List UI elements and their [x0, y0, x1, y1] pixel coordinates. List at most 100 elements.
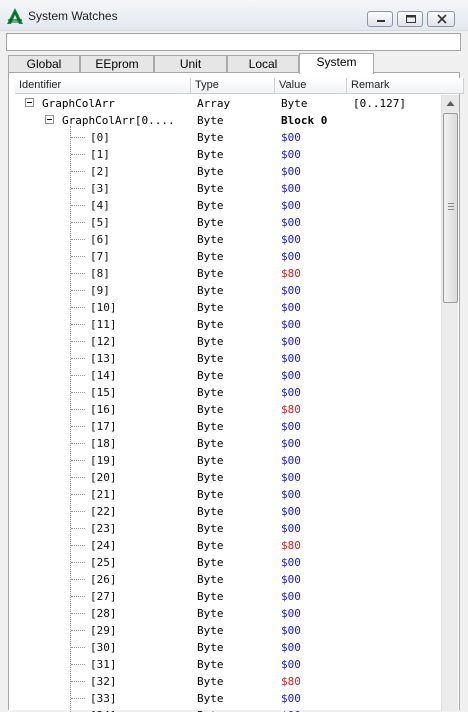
collapse-icon[interactable]: [25, 98, 34, 107]
row-value: $00: [281, 284, 301, 297]
scroll-thumb[interactable]: [443, 113, 458, 303]
row-value: $00: [281, 250, 301, 263]
row-identifier: [15]: [90, 386, 117, 399]
table-row[interactable]: [27] Byte $00: [15, 588, 441, 605]
table-row[interactable]: [28] Byte $00: [15, 605, 441, 622]
row-value: $00: [281, 505, 301, 518]
row-type: Byte: [197, 318, 224, 331]
scroll-up-button[interactable]: [442, 95, 459, 112]
row-identifier: [5]: [90, 216, 110, 229]
table-row[interactable]: [2] Byte $00: [15, 163, 441, 180]
table-row[interactable]: [22] Byte $00: [15, 503, 441, 520]
row-type: Byte: [197, 437, 224, 450]
tree-row-block[interactable]: GraphColArr[0.... Byte Block 0: [15, 112, 441, 129]
row-type: Byte: [197, 607, 224, 620]
table-row[interactable]: [0] Byte $00: [15, 129, 441, 146]
row-type: Byte: [197, 573, 224, 586]
maximize-button[interactable]: [397, 11, 423, 27]
tree-connector: [71, 324, 85, 325]
row-value: $00: [281, 233, 301, 246]
minimize-button[interactable]: [367, 11, 393, 27]
row-identifier: [12]: [90, 335, 117, 348]
table-row[interactable]: [15] Byte $00: [15, 384, 441, 401]
table-row[interactable]: [29] Byte $00: [15, 622, 441, 639]
row-identifier: [16]: [90, 403, 117, 416]
tree-connector: [71, 375, 85, 376]
column-identifier[interactable]: Identifier: [15, 78, 191, 94]
table-row[interactable]: [19] Byte $00: [15, 452, 441, 469]
table-row[interactable]: [6] Byte $00: [15, 231, 441, 248]
watch-expression-input[interactable]: [6, 33, 461, 51]
title-bar[interactable]: System Watches: [0, 0, 468, 31]
tab-global[interactable]: Global: [8, 55, 80, 73]
table-row[interactable]: [25] Byte $00: [15, 554, 441, 571]
row-identifier: [32]: [90, 675, 117, 688]
table-row[interactable]: [5] Byte $00: [15, 214, 441, 231]
table-row[interactable]: [30] Byte $00: [15, 639, 441, 656]
table-row[interactable]: [8] Byte $80: [15, 265, 441, 282]
tree-connector: [71, 528, 85, 529]
row-identifier: [24]: [90, 539, 117, 552]
tree-connector: [71, 596, 85, 597]
table-row[interactable]: [11] Byte $00: [15, 316, 441, 333]
tree-connector: [71, 205, 85, 206]
row-identifier: [13]: [90, 352, 117, 365]
tree-connector: [71, 222, 85, 223]
row-identifier: [11]: [90, 318, 117, 331]
row-type: Byte: [197, 267, 224, 280]
table-row[interactable]: [26] Byte $00: [15, 571, 441, 588]
minimize-icon: [377, 20, 385, 22]
row-type: Byte: [197, 522, 224, 535]
row-type: Byte: [197, 114, 224, 127]
tab-eeprom[interactable]: EEprom: [80, 55, 154, 73]
row-value: $00: [281, 641, 301, 654]
table-row[interactable]: [13] Byte $00: [15, 350, 441, 367]
column-type[interactable]: Type: [191, 78, 275, 94]
collapse-icon[interactable]: [45, 115, 54, 124]
row-value: $00: [281, 590, 301, 603]
vertical-scrollbar[interactable]: [441, 95, 459, 711]
table-row[interactable]: [9] Byte $00: [15, 282, 441, 299]
tab-local[interactable]: Local: [227, 55, 299, 73]
table-row[interactable]: [7] Byte $00: [15, 248, 441, 265]
table-row[interactable]: [31] Byte $00: [15, 656, 441, 673]
tab-unit[interactable]: Unit: [154, 55, 227, 73]
table-row[interactable]: [20] Byte $00: [15, 469, 441, 486]
row-type: Byte: [197, 386, 224, 399]
column-value[interactable]: Value: [275, 78, 347, 94]
table-row[interactable]: [17] Byte $00: [15, 418, 441, 435]
row-value: $00: [281, 199, 301, 212]
tree-connector: [71, 137, 85, 138]
table-row[interactable]: [14] Byte $00: [15, 367, 441, 384]
table-row[interactable]: [33] Byte $00: [15, 690, 441, 707]
row-type: Byte: [197, 233, 224, 246]
table-row[interactable]: [12] Byte $00: [15, 333, 441, 350]
tree-connector: [71, 545, 85, 546]
close-button[interactable]: [427, 11, 455, 27]
tree-connector: [71, 154, 85, 155]
row-identifier: [1]: [90, 148, 110, 161]
tree-row-root[interactable]: GraphColArr Array Byte [0..127]: [15, 95, 441, 112]
row-identifier: [26]: [90, 573, 117, 586]
table-row[interactable]: [1] Byte $00: [15, 146, 441, 163]
row-type: Byte: [197, 403, 224, 416]
tree-connector: [71, 392, 85, 393]
table-row[interactable]: [3] Byte $00: [15, 180, 441, 197]
row-value: $80: [281, 267, 301, 280]
row-remark: [0..127]: [353, 97, 406, 110]
table-row[interactable]: [24] Byte $80: [15, 537, 441, 554]
table-row[interactable]: [16] Byte $80: [15, 401, 441, 418]
tree-connector: [71, 409, 85, 410]
row-identifier: [30]: [90, 641, 117, 654]
tree-connector: [71, 358, 85, 359]
table-row[interactable]: [10] Byte $00: [15, 299, 441, 316]
row-type: Byte: [197, 284, 224, 297]
column-remark[interactable]: Remark: [347, 78, 464, 94]
tab-system[interactable]: System: [299, 53, 374, 74]
table-row[interactable]: [21] Byte $00: [15, 486, 441, 503]
table-row[interactable]: [23] Byte $00: [15, 520, 441, 537]
table-row[interactable]: [18] Byte $00: [15, 435, 441, 452]
table-row[interactable]: [32] Byte $80: [15, 673, 441, 690]
column-header: Identifier Type Value Remark: [15, 78, 464, 94]
table-row[interactable]: [4] Byte $00: [15, 197, 441, 214]
